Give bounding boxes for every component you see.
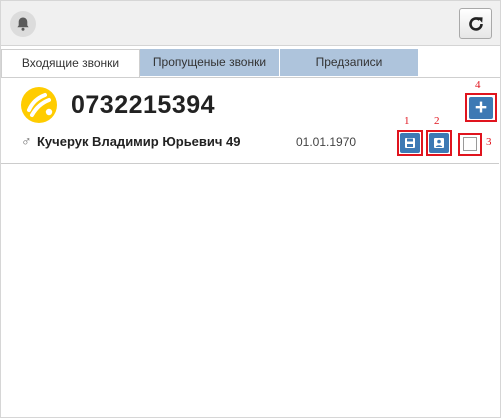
tab-divider — [1, 77, 500, 78]
male-icon: ♂ — [21, 133, 32, 149]
tab-missed-calls[interactable]: Пропущеные звонки — [140, 49, 280, 76]
refresh-icon — [468, 16, 483, 31]
marker-label-2: 2 — [434, 115, 440, 127]
marker-label-3: 3 — [486, 136, 492, 148]
caller-name: Кучерук Владимир Юрьевич 49 — [37, 134, 241, 149]
add-button[interactable]: + — [469, 97, 493, 119]
caller-birth-date: 01.01.1970 — [296, 135, 357, 149]
marker-label-4: 4 — [475, 79, 481, 91]
tab-bar: Входящие звонки Пропущеные звонки Предза… — [1, 49, 500, 77]
tab-incoming-calls[interactable]: Входящие звонки — [1, 49, 140, 77]
bell-icon[interactable] — [10, 11, 36, 37]
select-checkbox[interactable] — [463, 137, 477, 151]
contact-card-button[interactable] — [429, 133, 449, 153]
tab-pre-registrations[interactable]: Предзаписи — [280, 49, 419, 76]
floppy-icon — [405, 138, 415, 148]
top-toolbar — [1, 1, 500, 46]
incoming-call-card: 0732215394 ♂ Кучерук Владимир Юрьевич 49… — [1, 79, 499, 164]
contact-icon — [434, 138, 444, 148]
marker-label-1: 1 — [404, 115, 410, 127]
refresh-button[interactable] — [459, 8, 492, 39]
caller-phone-number: 0732215394 — [71, 91, 216, 119]
plus-icon: + — [474, 96, 488, 119]
save-button[interactable] — [400, 133, 420, 153]
lifecell-logo — [21, 87, 57, 123]
